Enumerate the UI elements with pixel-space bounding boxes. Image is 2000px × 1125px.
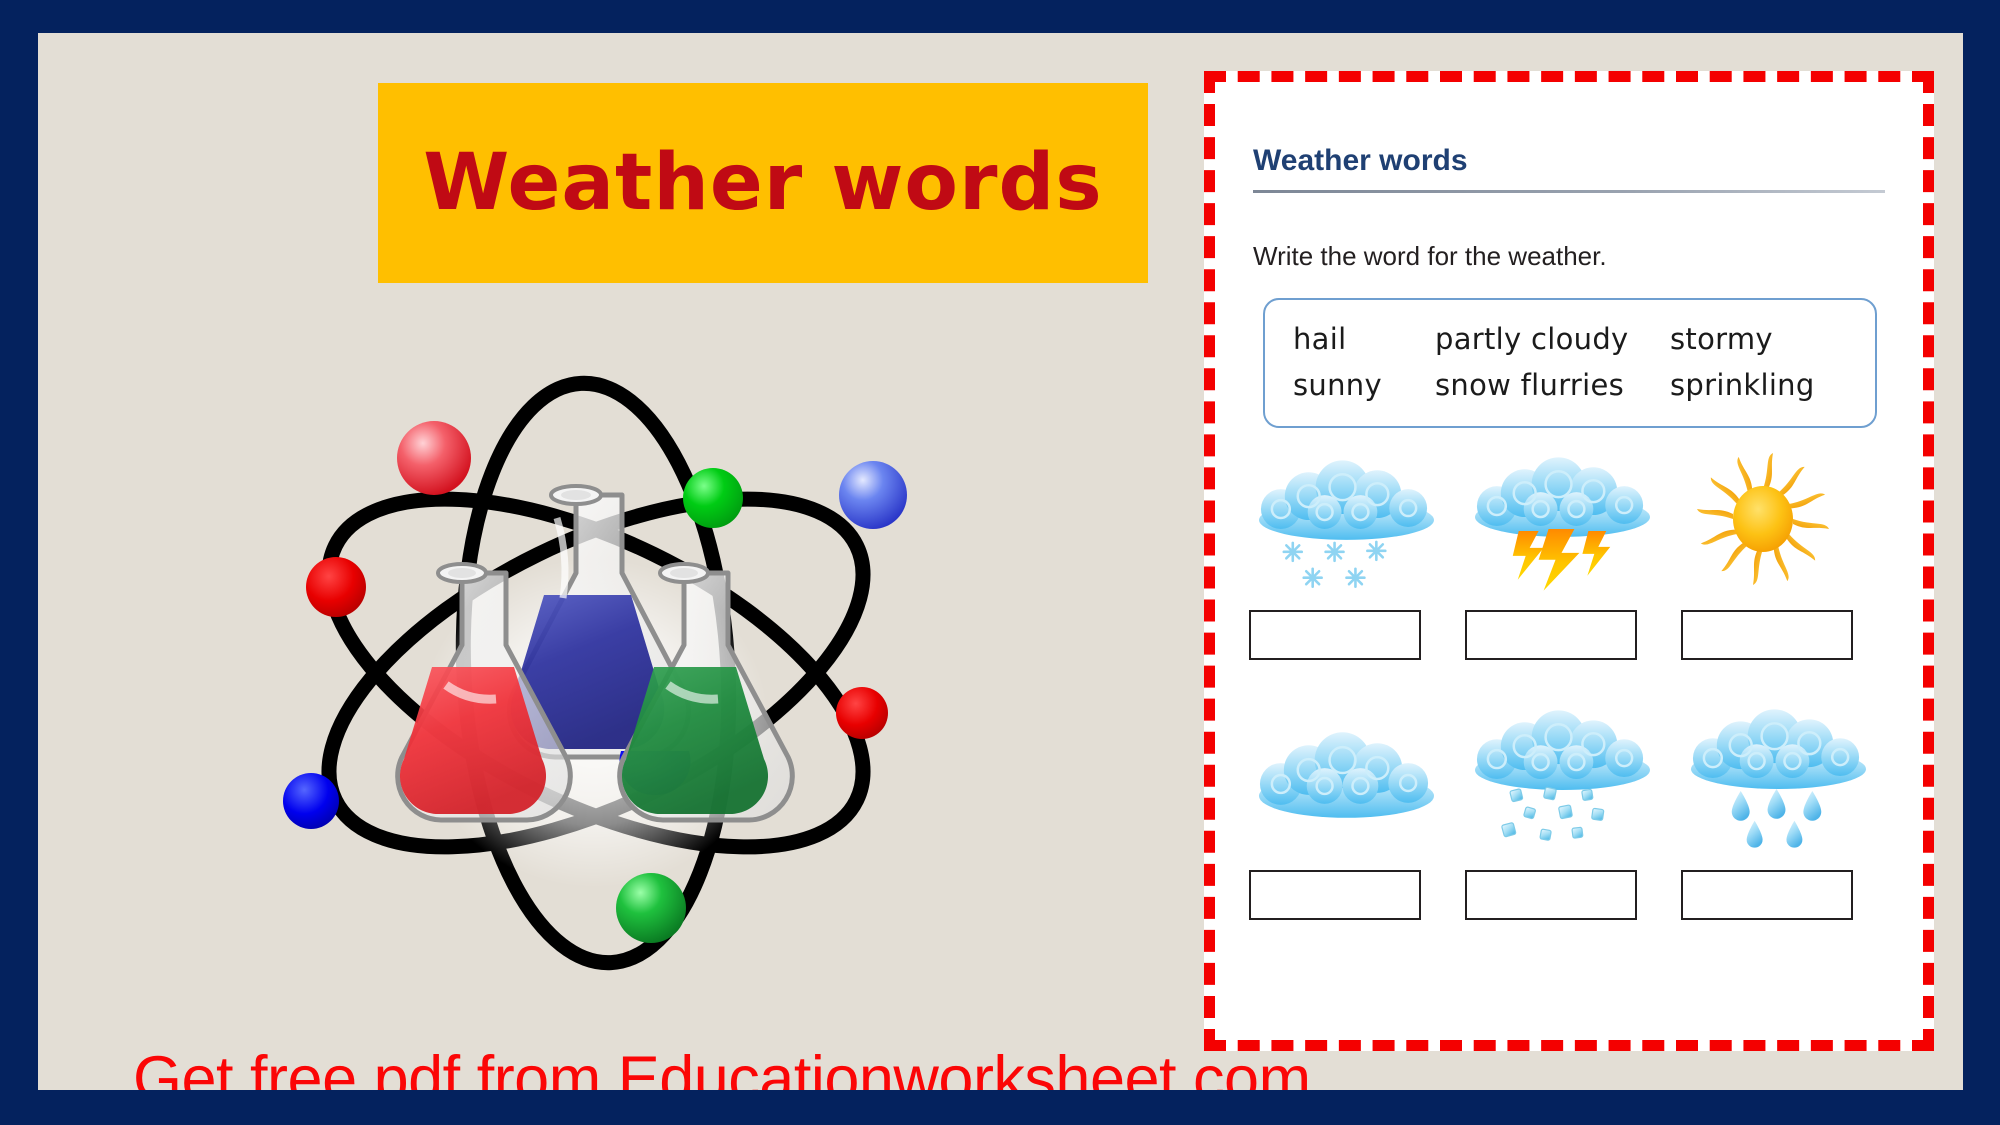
science-atom-flasks-graphic xyxy=(276,323,916,1013)
electron-blue-top-right xyxy=(839,461,907,529)
answer-box[interactable] xyxy=(1249,870,1421,920)
page-root: Weather words Get free pdf from Educatio… xyxy=(0,0,2000,1125)
electron-red-right xyxy=(836,687,888,739)
worksheet-card: Weather words Write the word for the wea… xyxy=(1204,71,1934,1051)
electron-red-left xyxy=(306,557,366,617)
snow-cloud-icon xyxy=(1245,446,1440,596)
worksheet-title-divider xyxy=(1253,190,1885,193)
answer-box[interactable] xyxy=(1681,610,1853,660)
word-bank-word[interactable]: hail xyxy=(1265,322,1435,356)
answer-box[interactable] xyxy=(1681,870,1853,920)
title-banner: Weather words xyxy=(378,83,1148,283)
worksheet-instruction: Write the word for the weather. xyxy=(1253,241,1607,271)
electron-blue-bottom-left xyxy=(283,773,339,829)
sun-icon xyxy=(1677,446,1872,596)
electron-red-top-left xyxy=(397,421,471,495)
answer-box[interactable] xyxy=(1249,610,1421,660)
word-bank-word[interactable]: snow flurries xyxy=(1435,368,1670,402)
rain-cloud-icon xyxy=(1677,706,1872,856)
cloud-icon xyxy=(1245,706,1440,856)
question-cell xyxy=(1461,446,1677,660)
electron-green-top-mid xyxy=(683,468,743,528)
question-cell xyxy=(1677,446,1893,660)
answer-box[interactable] xyxy=(1465,610,1637,660)
page-title: Weather words xyxy=(423,138,1103,228)
word-bank-word[interactable]: stormy xyxy=(1670,322,1870,356)
word-bank-word[interactable]: partly cloudy xyxy=(1435,322,1670,356)
promo-link-text[interactable]: Get free pdf from Educationworksheet.com xyxy=(133,1043,1311,1090)
question-cell xyxy=(1245,446,1461,660)
word-bank-row: hail partly cloudy stormy xyxy=(1265,316,1875,362)
content-canvas: Weather words Get free pdf from Educatio… xyxy=(38,33,1963,1090)
word-bank-word[interactable]: sunny xyxy=(1265,368,1435,402)
hail-cloud-icon xyxy=(1461,706,1656,856)
question-cell xyxy=(1461,706,1677,920)
answer-box[interactable] xyxy=(1465,870,1637,920)
worksheet-title: Weather words xyxy=(1253,144,1468,177)
question-row-1 xyxy=(1245,446,1893,660)
question-cell xyxy=(1677,706,1893,920)
question-cell xyxy=(1245,706,1461,920)
word-bank: hail partly cloudy stormy sunny snow flu… xyxy=(1263,298,1877,428)
storm-cloud-lightning-icon xyxy=(1461,446,1656,596)
question-row-2 xyxy=(1245,706,1893,920)
word-bank-word[interactable]: sprinkling xyxy=(1670,368,1870,402)
word-bank-row: sunny snow flurries sprinkling xyxy=(1265,362,1875,408)
electron-green-bottom xyxy=(616,873,686,943)
